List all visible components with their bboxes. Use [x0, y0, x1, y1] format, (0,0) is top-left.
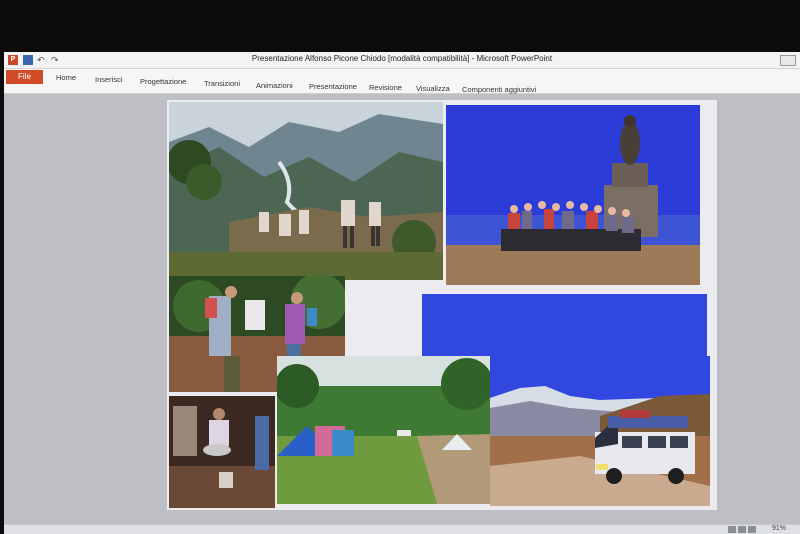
slide-sorter-icon[interactable]: [738, 526, 746, 533]
tab-visualizza[interactable]: Visualizza: [416, 84, 450, 93]
normal-view-icon[interactable]: [728, 526, 736, 533]
photo-loaded-van-mountain-road: [490, 356, 710, 506]
reading-view-icon[interactable]: [748, 526, 756, 533]
tab-progettazione[interactable]: Progettazione: [140, 77, 186, 86]
photo-campsite-meadow-tents: [277, 356, 492, 504]
campsite-image: [277, 356, 492, 504]
slide-editor: [4, 94, 800, 524]
window-controls[interactable]: [780, 55, 796, 66]
van-mountain-image: [490, 356, 710, 506]
tab-file[interactable]: File: [6, 70, 43, 84]
photo-mountain-valley-hikers: [169, 102, 443, 280]
tab-transizioni[interactable]: Transizioni: [204, 79, 240, 88]
ribbon-tabs: File Home Inserisci Progettazione Transi…: [4, 69, 800, 94]
tab-home[interactable]: Home: [56, 73, 76, 82]
window-title: Presentazione Alfonso Picone Chiodo [mod…: [251, 54, 553, 63]
tab-inserisci[interactable]: Inserisci: [95, 75, 123, 84]
photo-camp-cooking: [169, 396, 275, 508]
powerpoint-window: P ↶ ↷ Presentazione Alfonso Picone Chiod…: [4, 52, 800, 534]
statue-group-image: [446, 105, 700, 285]
tab-componenti-aggiuntivi[interactable]: Componenti aggiuntivi: [462, 85, 536, 94]
tab-animazioni[interactable]: Animazioni: [256, 81, 293, 90]
photo-statue-group-portrait: [446, 105, 700, 285]
status-bar: 91%: [4, 524, 800, 534]
tab-presentazione[interactable]: Presentazione: [309, 82, 357, 91]
title-bar: P ↶ ↷ Presentazione Alfonso Picone Chiod…: [4, 52, 800, 69]
mountain-valley-image: [169, 102, 443, 280]
tab-revisione[interactable]: Revisione: [369, 83, 402, 92]
slide-canvas[interactable]: [167, 100, 717, 510]
camp-cooking-image: [169, 396, 275, 508]
zoom-level[interactable]: 91%: [772, 525, 786, 532]
